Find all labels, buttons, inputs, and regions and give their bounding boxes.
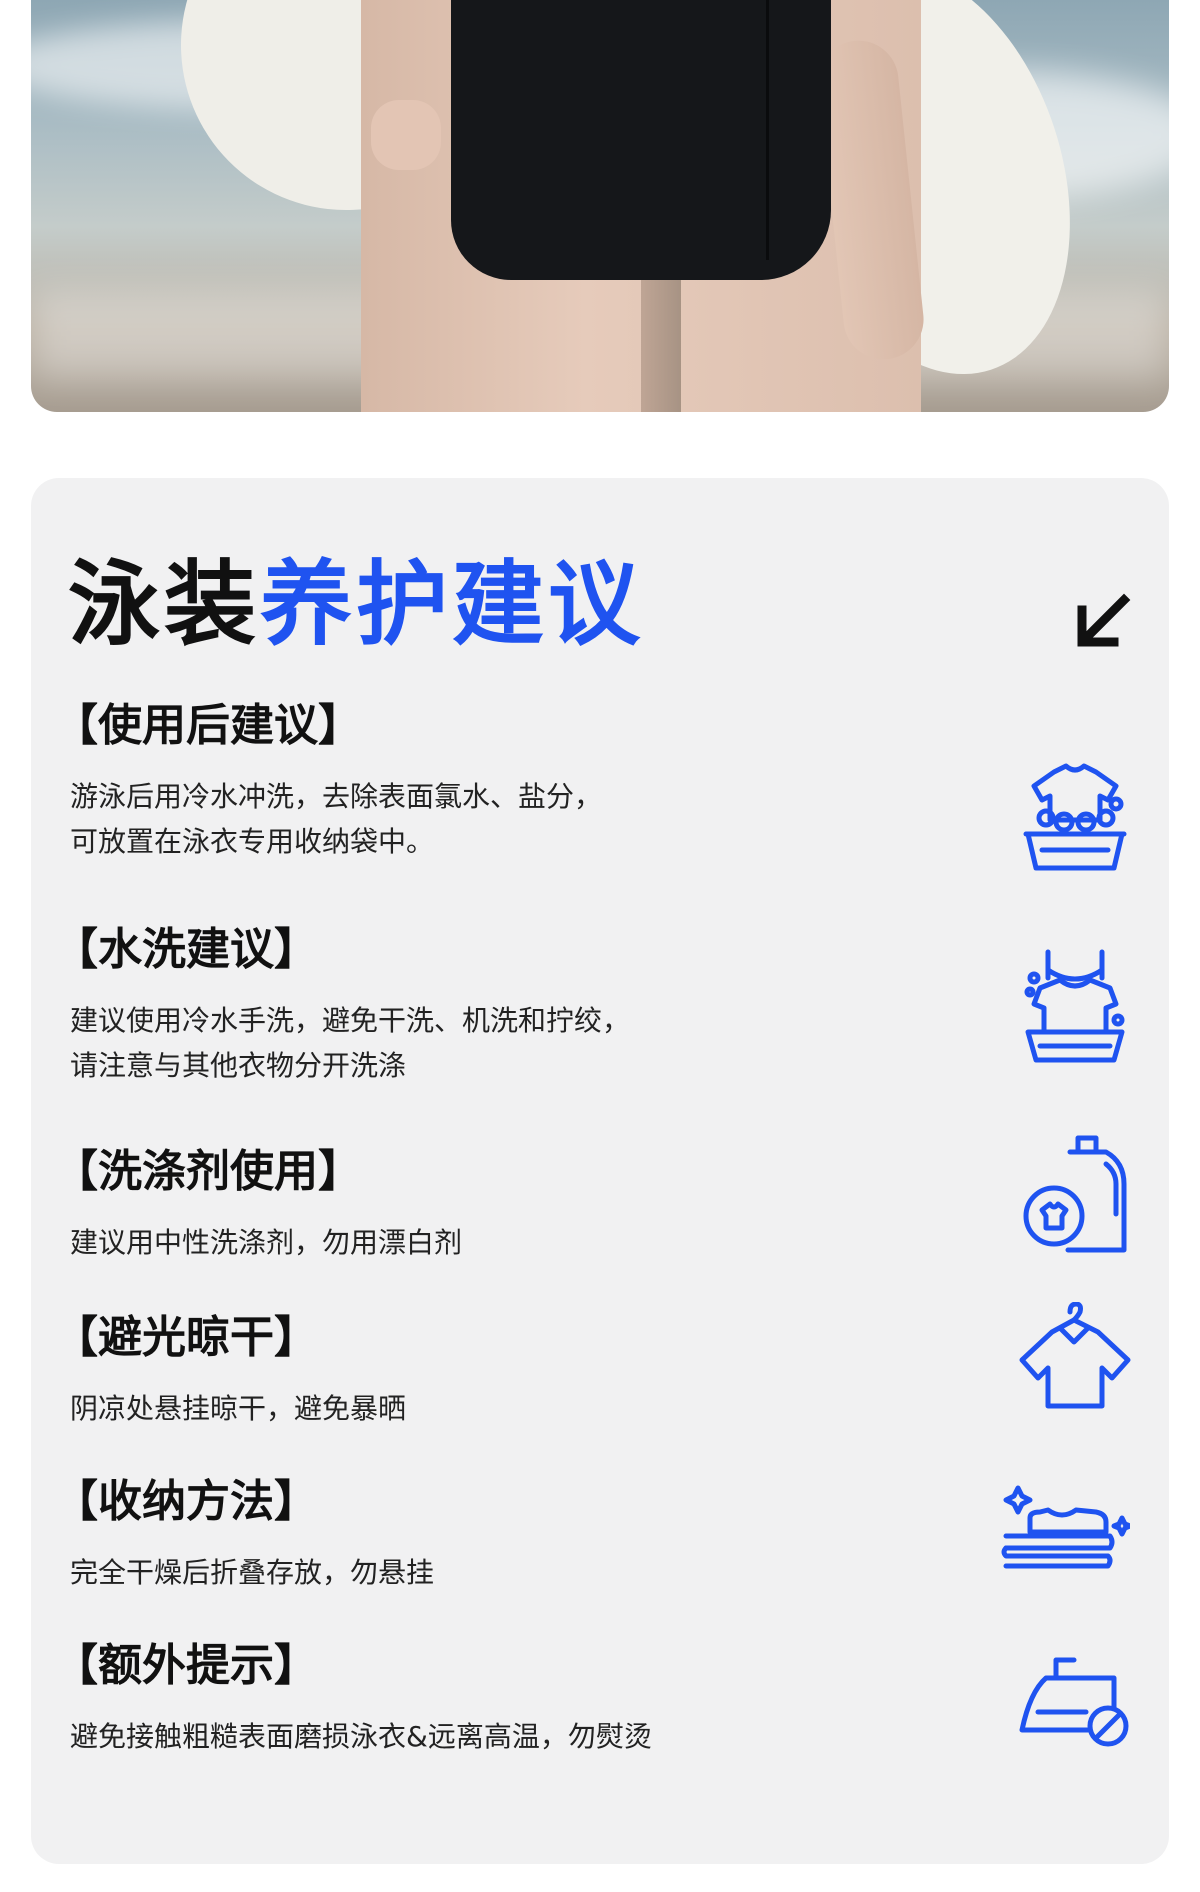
detergent-bottle-icon [1020,1132,1130,1256]
section-text: 避免接触粗糙表面磨损泳衣&远离高温，勿熨烫 [70,1720,652,1753]
section-text: 阴凉处悬挂晾干，避免暴晒 [70,1392,407,1425]
wash-basin-shirt-icon [1020,760,1130,880]
section-text: 建议使用冷水手洗，避免干洗、机洗和拧绞， 请注意与其他衣物分开洗涤 [70,1004,631,1082]
arrow-down-left-icon [1077,593,1131,647]
product-photo [31,0,1169,412]
section-heading: 【洗涤剂使用】 [54,1146,362,1197]
hand-wash-icon [1020,948,1130,1068]
no-iron-icon [1016,1652,1136,1752]
section-heading: 【水洗建议】 [54,924,318,975]
section-heading: 【避光晾干】 [54,1312,318,1363]
section-text: 建议用中性洗涤剂，勿用漂白剂 [70,1226,463,1259]
section-heading: 【收纳方法】 [54,1476,318,1527]
title-part-1: 泳装 [68,551,261,658]
page-title: 泳装养护建议 [68,555,644,655]
hanging-shirt-icon [1014,1302,1134,1412]
section-text: 完全干燥后折叠存放，勿悬挂 [70,1556,435,1589]
section-heading: 【使用后建议】 [54,700,362,751]
section-text: 游泳后用冷水冲洗，去除表面氯水、盐分， 可放置在泳衣专用收纳袋中。 [70,780,603,858]
section-heading: 【额外提示】 [54,1640,318,1691]
title-part-2: 养护建议 [260,551,645,658]
folded-clothes-icon [1000,1480,1130,1570]
